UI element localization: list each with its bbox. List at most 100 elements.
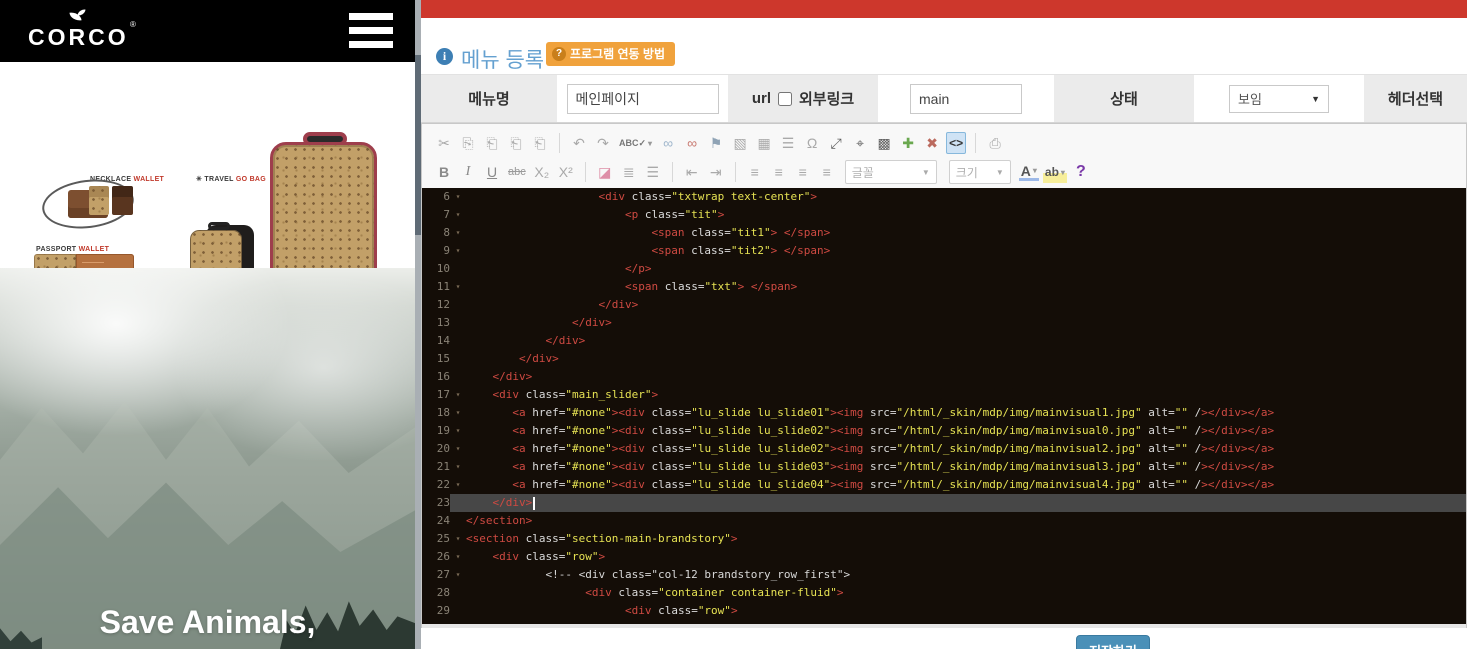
fold-arrow-icon[interactable]: ▾ [450, 188, 466, 206]
line-number: 10 [422, 260, 450, 278]
align-justify-icon[interactable]: ≡ [817, 161, 837, 183]
align-right-icon[interactable]: ≡ [793, 161, 813, 183]
paste-icon[interactable]: ⎗ [482, 132, 502, 154]
align-left-icon[interactable]: ≡ [745, 161, 765, 183]
image-icon[interactable]: ▧ [730, 132, 750, 154]
bold-icon[interactable]: B [434, 161, 454, 183]
subscript-icon[interactable]: X₂ [532, 161, 552, 183]
paste-word-icon[interactable]: ⎗ [530, 132, 550, 154]
fold-spacer [450, 512, 466, 530]
site-preview-pane: CORCO ® NECKLACE WALLET PASSPORT WALLET … [0, 0, 415, 649]
fold-arrow-icon[interactable]: ▾ [450, 206, 466, 224]
superscript-icon[interactable]: X² [556, 161, 576, 183]
fold-arrow-icon[interactable]: ▾ [450, 458, 466, 476]
link-icon[interactable]: ∞ [658, 132, 678, 154]
hero-banner: Save Animals, Save Humanity 여러분이 지금까지 살린… [0, 268, 415, 649]
code-line-8: 8▾ <span class="tit1"> </span> [422, 224, 1466, 242]
outdent-icon[interactable]: ⇤ [682, 161, 702, 183]
menu-form-row: 메뉴명 url 외부링크 상태 보임 ▼ [421, 74, 1467, 123]
code-line-21: 21▾ <a href="#none"><div class="lu_slide… [422, 458, 1466, 476]
fold-arrow-icon[interactable]: ▾ [450, 422, 466, 440]
paste-text-icon[interactable]: ⎗ [506, 132, 526, 154]
code-line-15: 15 </div> [422, 350, 1466, 368]
code-line-25: 25▾<section class="section-main-brandsto… [422, 530, 1466, 548]
menu-name-input[interactable] [567, 84, 719, 114]
line-number: 23 [422, 494, 450, 512]
toolbar-separator [585, 162, 586, 182]
undo-icon[interactable]: ↶ [569, 132, 589, 154]
source-icon[interactable]: <> [946, 132, 966, 154]
unlink-icon[interactable]: ∞ [682, 132, 702, 154]
fold-arrow-icon[interactable]: ▾ [450, 242, 466, 260]
font-dropdown[interactable]: 글꼴▼ [845, 160, 937, 184]
line-number: 21 [422, 458, 450, 476]
fold-arrow-icon[interactable]: ▾ [450, 566, 466, 584]
code-line-17: 17▾ <div class="main_slider"> [422, 386, 1466, 404]
redo-icon[interactable]: ↷ [593, 132, 613, 154]
scayt-reject-icon[interactable]: ✖ [922, 132, 942, 154]
admin-panel: i 메뉴 등록 ? 프로그램 연동 방법 메뉴명 url 외부링크 [421, 0, 1467, 649]
code-line-9: 9▾ <span class="tit2"> </span> [422, 242, 1466, 260]
anchor-flag-icon[interactable]: ⚑ [706, 132, 726, 154]
maximize-icon[interactable]: ⤢ [826, 132, 846, 154]
fold-arrow-icon[interactable]: ▾ [450, 548, 466, 566]
url-input[interactable] [910, 84, 1022, 114]
cut-icon[interactable]: ✂ [434, 132, 454, 154]
fold-arrow-icon[interactable]: ▾ [450, 476, 466, 494]
table-icon[interactable]: ▦ [754, 132, 774, 154]
copy-icon[interactable]: ⎘ [458, 132, 478, 154]
code-line-13: 13 </div> [422, 314, 1466, 332]
spellcheck-icon[interactable]: ABC✓▾ [617, 132, 654, 154]
line-number: 22 [422, 476, 450, 494]
fold-arrow-icon[interactable]: ▾ [450, 404, 466, 422]
print-icon[interactable]: ⎙ [985, 132, 1005, 154]
external-link-checkbox[interactable] [778, 92, 792, 106]
remove-format-icon[interactable]: ◪ [595, 161, 615, 183]
brand-logo[interactable]: CORCO ® [28, 8, 148, 56]
code-line-28: 28 <div class="container container-fluid… [422, 584, 1466, 602]
select-all-icon[interactable]: ▩ [874, 132, 894, 154]
underline-icon[interactable]: U [482, 161, 502, 183]
horizontal-line-icon[interactable]: ☰ [778, 132, 798, 154]
line-number: 18 [422, 404, 450, 422]
code-line-11: 11▾ <span class="txt"> </span> [422, 278, 1466, 296]
fold-spacer [450, 368, 466, 386]
numbered-list-icon[interactable]: ≣ [619, 161, 639, 183]
page-heading: i 메뉴 등록 ? 프로그램 연동 방법 [421, 18, 1467, 74]
italic-icon[interactable]: I [458, 161, 478, 183]
align-center-icon[interactable]: ≡ [769, 161, 789, 183]
line-number: 29 [422, 602, 450, 620]
program-link-help-button[interactable]: ? 프로그램 연동 방법 [546, 42, 675, 66]
hamburger-menu-icon[interactable] [349, 13, 393, 49]
indent-icon[interactable]: ⇥ [706, 161, 726, 183]
save-button[interactable]: 저장하기 [1076, 635, 1150, 649]
bullet-list-icon[interactable]: ☰ [643, 161, 663, 183]
fold-arrow-icon[interactable]: ▾ [450, 440, 466, 458]
line-number: 17 [422, 386, 450, 404]
source-code-editor[interactable]: 6▾ <div class="txtwrap text-center">7▾ <… [422, 188, 1466, 624]
text-color-icon[interactable]: A▾ [1019, 163, 1039, 181]
fold-arrow-icon[interactable]: ▾ [450, 530, 466, 548]
url-cell [878, 75, 1054, 122]
size-dropdown[interactable]: 크기▼ [949, 160, 1011, 184]
fold-arrow-icon[interactable]: ▾ [450, 278, 466, 296]
status-select[interactable]: 보임 ▼ [1229, 85, 1329, 113]
fold-arrow-icon[interactable]: ▾ [450, 224, 466, 242]
line-number: 24 [422, 512, 450, 530]
fold-arrow-icon[interactable]: ▾ [450, 386, 466, 404]
editor-toolbar-row-1: ✂⎘⎗⎗⎗↶↷ABC✓▾∞∞⚑▧▦☰Ω⤢⌖▩✚✖<>⎙ [422, 129, 1467, 157]
find-icon[interactable]: ⌖ [850, 132, 870, 154]
scayt-accept-icon[interactable]: ✚ [898, 132, 918, 154]
code-line-19: 19▾ <a href="#none"><div class="lu_slide… [422, 422, 1466, 440]
special-char-icon[interactable]: Ω [802, 132, 822, 154]
line-number: 16 [422, 368, 450, 386]
content-editor: ✂⎘⎗⎗⎗↶↷ABC✓▾∞∞⚑▧▦☰Ω⤢⌖▩✚✖<>⎙ BIUabcX₂X²◪≣… [421, 123, 1467, 628]
line-number: 28 [422, 584, 450, 602]
menu-name-label-cell: 메뉴명 [421, 75, 557, 122]
help-icon[interactable]: ? [1071, 161, 1091, 183]
line-number: 27 [422, 566, 450, 584]
bg-color-icon[interactable]: ab▾ [1043, 161, 1067, 183]
line-number: 19 [422, 422, 450, 440]
strikethrough-icon[interactable]: abc [506, 161, 528, 183]
toolbar-separator [559, 133, 560, 153]
